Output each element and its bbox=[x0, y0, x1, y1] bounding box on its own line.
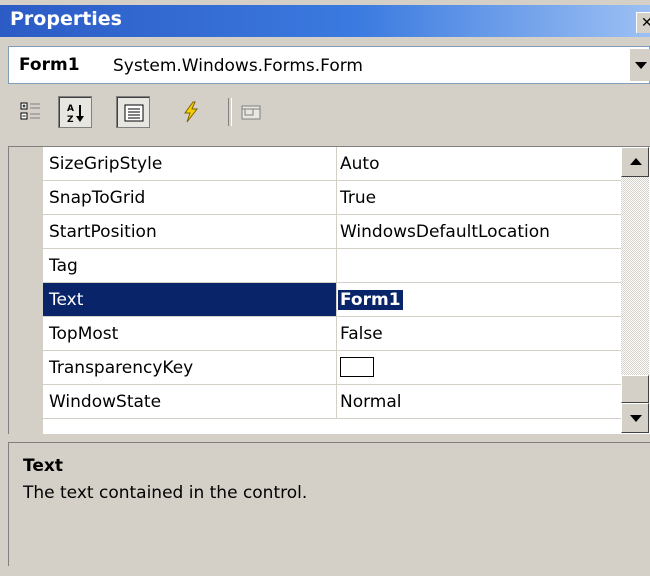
property-value-cell[interactable]: False bbox=[336, 317, 621, 350]
object-selector[interactable]: Form1 System.Windows.Forms.Form bbox=[8, 46, 650, 84]
toolbar-separator bbox=[228, 98, 232, 126]
alphabetical-icon: A Z bbox=[67, 104, 84, 124]
property-value-cell[interactable] bbox=[336, 249, 621, 282]
property-name: SizeGripStyle bbox=[49, 154, 163, 174]
categorized-icon bbox=[20, 102, 40, 120]
description-pane: Text The text contained in the control. bbox=[8, 442, 650, 566]
property-value: Normal bbox=[340, 392, 402, 412]
scroll-down-button[interactable] bbox=[621, 403, 649, 433]
property-value: WindowsDefaultLocation bbox=[340, 222, 550, 242]
property-row-startposition[interactable]: StartPosition WindowsDefaultLocation bbox=[43, 215, 621, 249]
svg-text:A: A bbox=[67, 104, 74, 114]
chevron-down-icon bbox=[630, 415, 642, 422]
categorized-button[interactable] bbox=[14, 96, 48, 128]
description-title: Text bbox=[23, 456, 63, 476]
scroll-up-button[interactable] bbox=[621, 147, 649, 177]
chevron-down-icon bbox=[635, 62, 647, 69]
property-name: TransparencyKey bbox=[49, 358, 194, 378]
object-name: Form1 bbox=[19, 55, 80, 75]
close-icon[interactable]: ✕ bbox=[636, 12, 650, 33]
properties-window: Properties ✕ Form1 System.Windows.Forms.… bbox=[0, 0, 650, 576]
selection-highlight bbox=[43, 283, 336, 316]
property-name: StartPosition bbox=[49, 222, 157, 242]
property-name: Text bbox=[49, 290, 84, 310]
chevron-up-icon bbox=[630, 158, 642, 165]
property-name: TopMost bbox=[49, 324, 119, 344]
property-value: Auto bbox=[340, 154, 380, 174]
alphabetical-button[interactable]: A Z bbox=[58, 96, 92, 128]
property-name: Tag bbox=[49, 256, 78, 276]
properties-icon bbox=[124, 104, 144, 122]
property-value-cell[interactable]: True bbox=[336, 181, 621, 214]
events-button[interactable] bbox=[174, 96, 208, 128]
property-row-topmost[interactable]: TopMost False bbox=[43, 317, 621, 351]
vertical-scrollbar[interactable] bbox=[621, 147, 649, 433]
property-row-sizegripstyle[interactable]: SizeGripStyle Auto bbox=[43, 147, 621, 181]
property-name: WindowState bbox=[49, 392, 162, 412]
property-value-cell[interactable]: WindowsDefaultLocation bbox=[336, 215, 621, 248]
description-text: The text contained in the control. bbox=[23, 483, 308, 503]
property-value-input[interactable]: Form1 bbox=[338, 290, 403, 310]
property-row-transparencykey[interactable]: TransparencyKey bbox=[43, 351, 621, 385]
property-row-text[interactable]: Text Form1 bbox=[43, 283, 621, 317]
property-row-windowstate[interactable]: WindowState Normal bbox=[43, 385, 621, 419]
property-value-cell[interactable]: Form1 bbox=[336, 283, 621, 316]
property-grid: SizeGripStyle Auto SnapToGrid True Start… bbox=[8, 146, 650, 434]
property-pages-button[interactable] bbox=[234, 96, 268, 128]
grid-margin bbox=[9, 147, 43, 434]
svg-text:Z: Z bbox=[67, 115, 74, 124]
property-value: True bbox=[340, 188, 377, 208]
object-type: System.Windows.Forms.Form bbox=[113, 56, 363, 76]
property-value-cell[interactable] bbox=[336, 351, 621, 384]
property-row-tag[interactable]: Tag bbox=[43, 249, 621, 283]
color-swatch bbox=[340, 357, 374, 377]
events-icon bbox=[184, 101, 199, 123]
dropdown-button[interactable] bbox=[629, 49, 650, 81]
property-row-snaptogrid[interactable]: SnapToGrid True bbox=[43, 181, 621, 215]
window-title: Properties bbox=[10, 8, 122, 30]
properties-toolbar: A Z bbox=[8, 90, 650, 134]
properties-button[interactable] bbox=[116, 96, 150, 128]
property-value: False bbox=[340, 324, 383, 344]
property-pages-icon bbox=[241, 105, 261, 120]
property-value-cell[interactable]: Normal bbox=[336, 385, 621, 418]
scroll-thumb[interactable] bbox=[621, 375, 649, 403]
title-bar: Properties ✕ bbox=[0, 5, 650, 37]
property-value-cell[interactable]: Auto bbox=[336, 147, 621, 180]
property-name: SnapToGrid bbox=[49, 188, 146, 208]
